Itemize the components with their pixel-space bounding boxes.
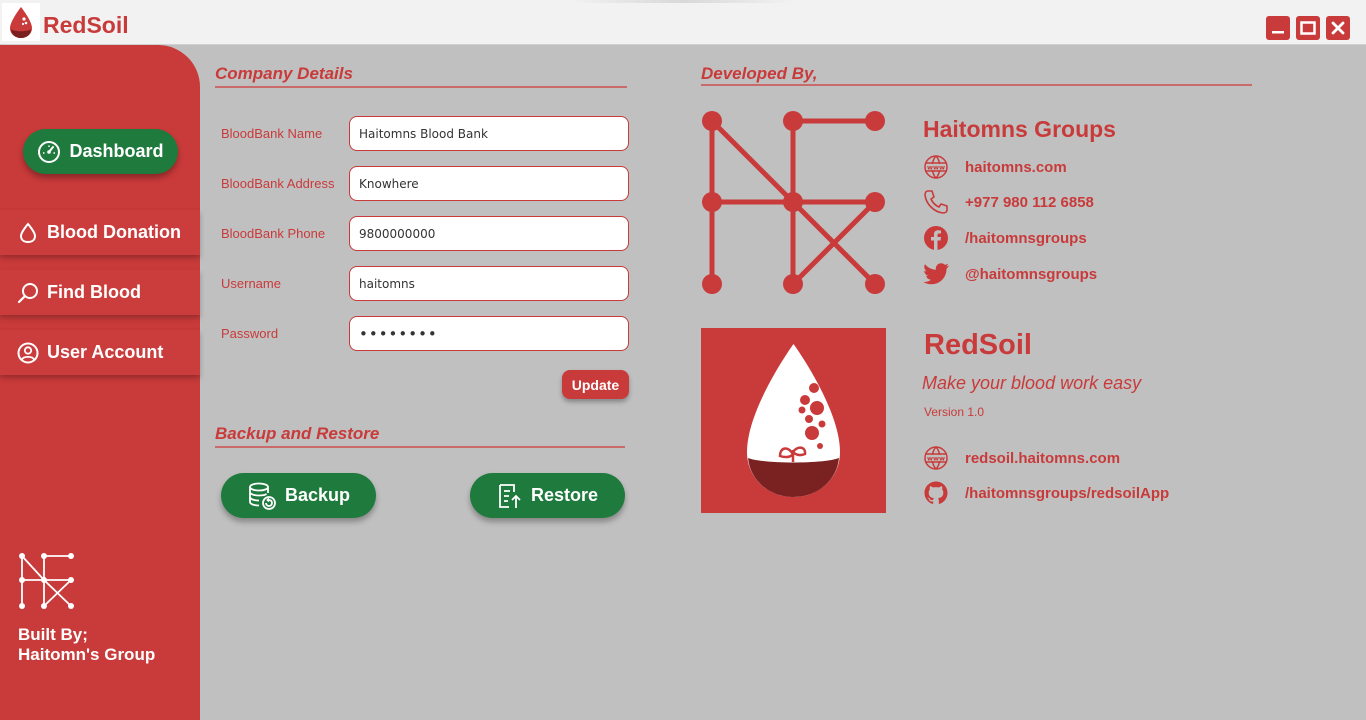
title-bar: RedSoil	[0, 0, 1366, 45]
bloodbank-phone-label: BloodBank Phone	[221, 226, 326, 241]
developer-facebook-row[interactable]: /haitomnsgroups	[922, 224, 1087, 252]
dashboard-label: Dashboard	[69, 141, 164, 161]
restore-icon	[499, 483, 521, 508]
sidebar-item-user-account[interactable]: User Account	[0, 330, 200, 375]
haitomns-logo-icon	[702, 111, 885, 294]
haitomns-small-logo-icon	[19, 553, 74, 609]
developer-twitter-link[interactable]: @haitomnsgroups	[965, 266, 1097, 283]
product-website-link[interactable]: redsoil.haitomns.com	[965, 450, 1120, 467]
product-github-row[interactable]: /haitomnsgroups/redsoilApp	[922, 479, 1169, 507]
www-globe-icon: www	[922, 444, 950, 472]
sidebar-item-blood-donation[interactable]: Blood Donation	[0, 210, 200, 255]
backup-button[interactable]: Backup	[221, 473, 376, 518]
company-details-rule	[215, 86, 627, 88]
search-icon	[17, 282, 38, 303]
close-button[interactable]	[1326, 16, 1350, 40]
backup-label: Backup	[284, 485, 351, 505]
developed-by-title: Developed By,	[701, 64, 818, 83]
product-github-link[interactable]: /haitomnsgroups/redsoilApp	[965, 485, 1169, 502]
username-label: Username	[221, 276, 281, 291]
product-tagline: Make your blood work easy	[922, 373, 1142, 393]
username-field[interactable]	[349, 266, 629, 301]
developer-phone-row: +977 980 112 6858	[922, 188, 1094, 216]
dashboard-button[interactable]: Dashboard	[23, 129, 178, 174]
built-by-line2: Haitomn's Group	[18, 645, 156, 664]
user-icon	[17, 342, 39, 363]
backup-restore-title: Backup and Restore	[215, 424, 380, 443]
developer-website-row[interactable]: www haitomns.com	[922, 153, 1067, 181]
facebook-icon	[922, 224, 950, 252]
www-globe-icon: www	[922, 153, 950, 181]
maximize-button[interactable]	[1296, 16, 1320, 40]
developed-by-rule	[701, 84, 1252, 86]
github-icon	[922, 479, 950, 507]
developer-phone-text: +977 980 112 6858	[965, 193, 1094, 211]
developer-facebook-link[interactable]: /haitomnsgroups	[965, 230, 1087, 247]
restore-button[interactable]: Restore	[470, 473, 625, 518]
product-website-row[interactable]: www redsoil.haitomns.com	[922, 444, 1120, 472]
database-backup-icon	[249, 482, 276, 510]
bloodbank-address-label: BloodBank Address	[221, 176, 335, 191]
product-version: Version 1.0	[924, 405, 985, 419]
developer-name: Haitomns Groups	[923, 116, 1116, 142]
sidebar: Dashboard Blood Donation Find Blood User…	[0, 45, 200, 720]
redsoil-logo-box	[701, 328, 886, 513]
developer-twitter-row[interactable]: @haitomnsgroups	[922, 260, 1097, 288]
app-title: RedSoil	[43, 12, 129, 38]
restore-label: Restore	[530, 485, 599, 505]
backup-restore-rule	[215, 446, 625, 448]
product-name: RedSoil	[924, 329, 1032, 361]
minimize-button[interactable]	[1266, 16, 1290, 40]
sidebar-item-label: Find Blood	[47, 282, 141, 302]
app-logo-icon	[2, 3, 40, 41]
bloodbank-name-field[interactable]	[349, 116, 629, 151]
sidebar-item-label: User Account	[47, 342, 164, 362]
password-field[interactable]	[349, 316, 629, 351]
twitter-icon	[922, 260, 950, 288]
built-by-text: Built By; Haitomn's Group	[18, 625, 155, 665]
sidebar-item-label: Blood Donation	[47, 222, 181, 242]
bloodbank-name-label: BloodBank Name	[221, 126, 323, 141]
phone-icon	[922, 188, 950, 216]
bloodbank-phone-field[interactable]	[349, 216, 629, 251]
title-fade	[570, 0, 795, 3]
svg-text:www: www	[927, 455, 945, 463]
gauge-icon	[38, 140, 61, 163]
built-by-line1: Built By;	[18, 625, 88, 644]
svg-text:www: www	[927, 164, 945, 172]
redsoil-drop-icon	[747, 344, 840, 497]
developer-website-link[interactable]: haitomns.com	[965, 159, 1067, 176]
drop-icon	[19, 221, 37, 243]
bloodbank-address-field[interactable]	[349, 166, 629, 201]
sidebar-item-find-blood[interactable]: Find Blood	[0, 270, 200, 315]
password-label: Password	[221, 326, 279, 341]
update-button[interactable]: Update	[562, 370, 629, 399]
company-details-title: Company Details	[215, 64, 353, 83]
